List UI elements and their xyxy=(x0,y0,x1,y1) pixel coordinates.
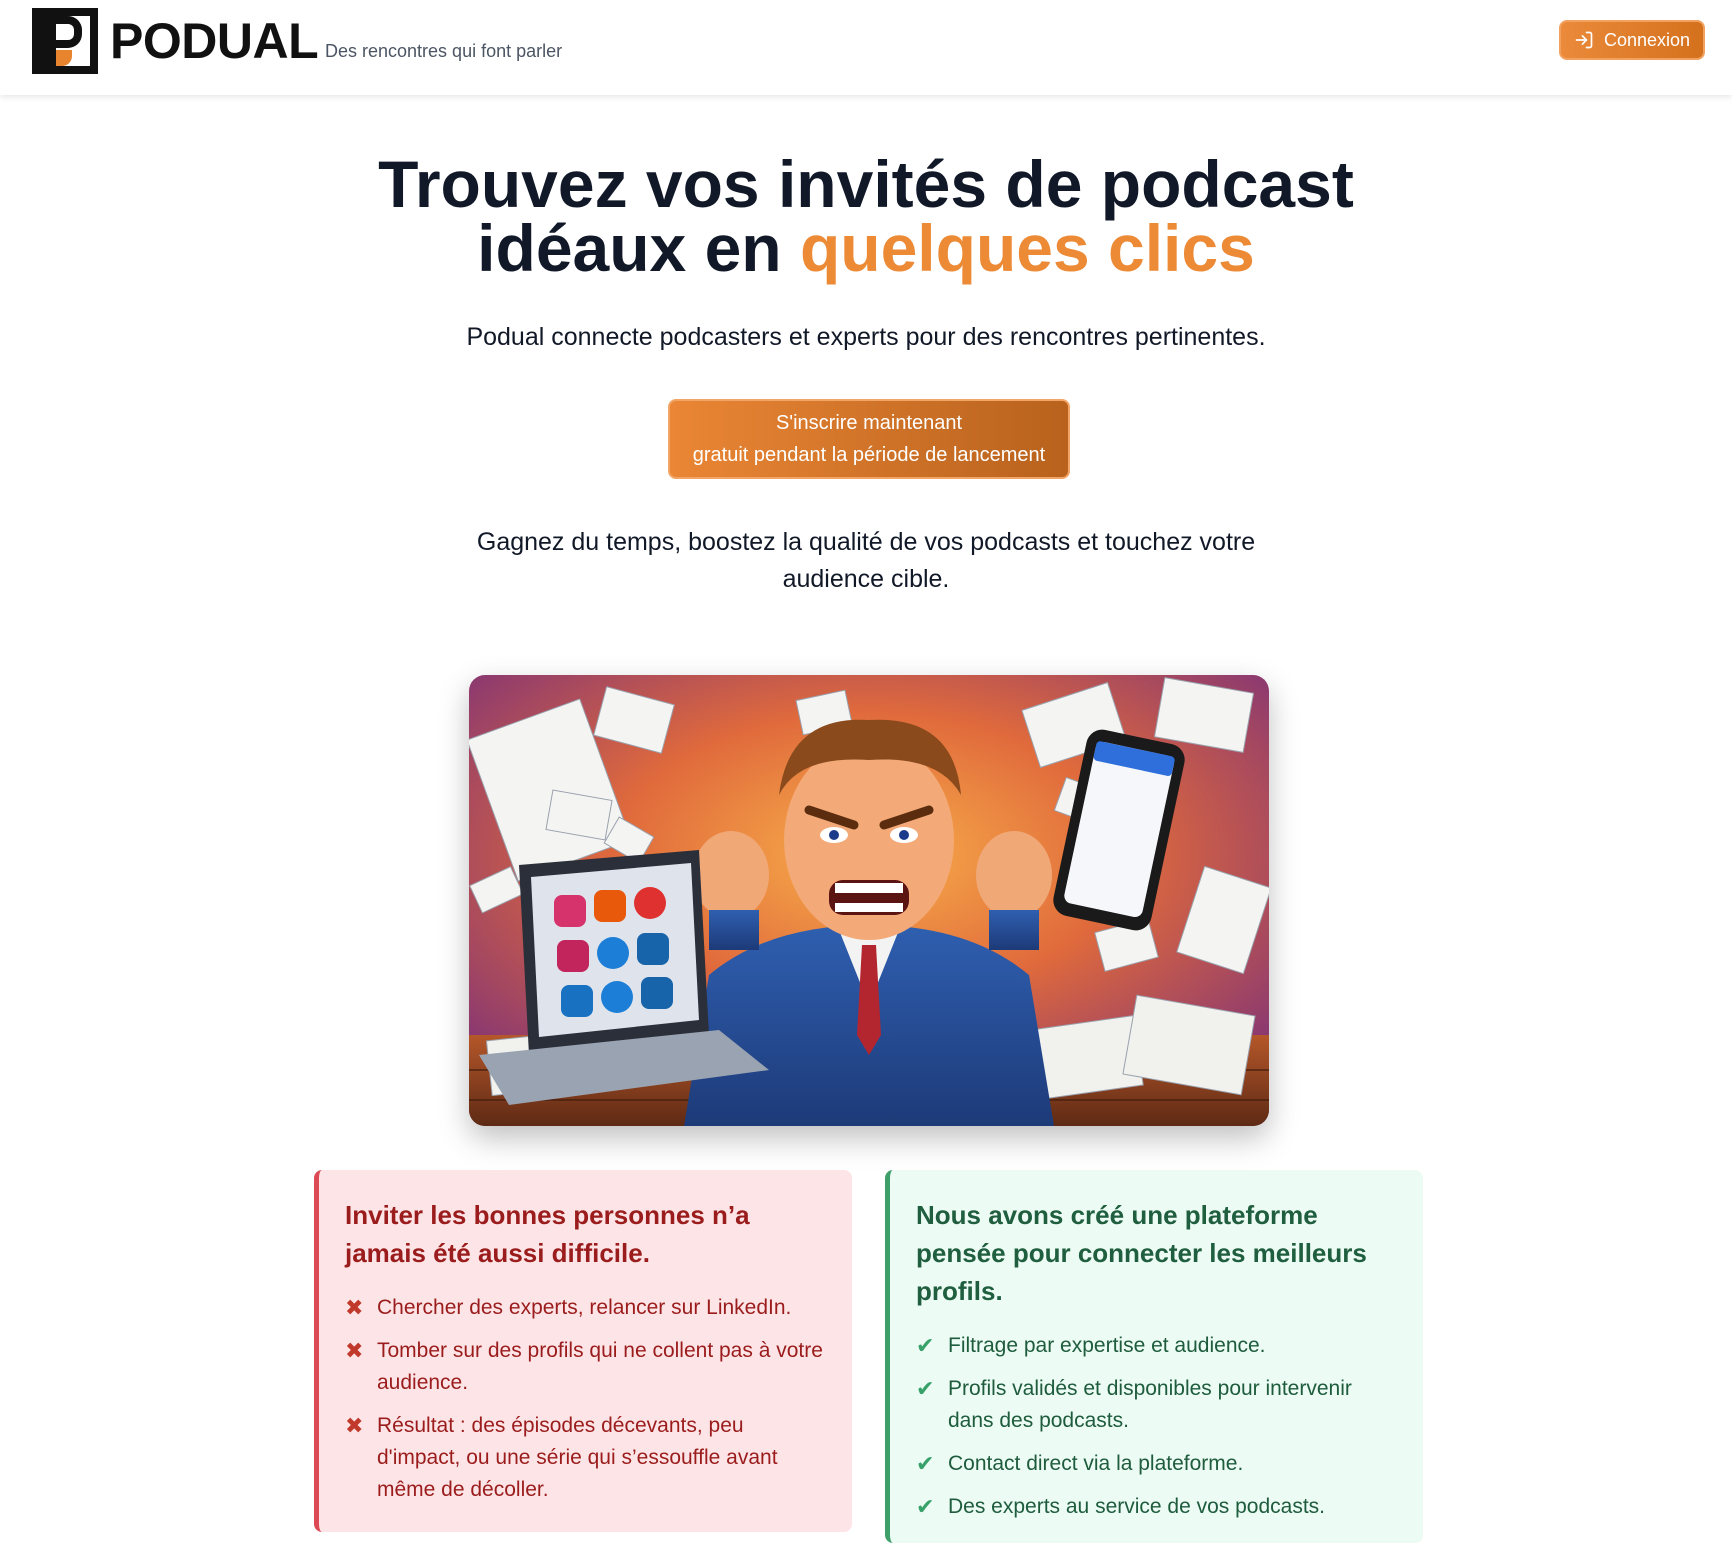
check-icon: ✔ xyxy=(916,1376,935,1401)
sign-in-icon xyxy=(1575,31,1593,49)
podual-logo-icon[interactable] xyxy=(32,8,98,74)
list-item-text: Chercher des experts, relancer sur Linke… xyxy=(377,1296,792,1319)
cta-line1: S'inscrire maintenant xyxy=(775,412,963,434)
list-item-text: Profils validés et disponibles pour inte… xyxy=(948,1377,1352,1432)
cross-icon: ✖ xyxy=(345,1338,364,1363)
frustrated-podcaster-illustration xyxy=(469,675,1269,1126)
brand-tagline: Des rencontres qui font parler xyxy=(325,41,563,61)
list-item: ✔ Filtrage par expertise et audience. xyxy=(916,1330,1397,1362)
list-item: ✔ Profils validés et disponibles pour in… xyxy=(916,1373,1397,1437)
hero-title-line1: Trouvez vos invités de podcast xyxy=(378,147,1354,221)
signup-cta-button[interactable]: S'inscrire maintenant gratuit pendant la… xyxy=(668,399,1070,479)
login-button[interactable]: Connexion xyxy=(1559,20,1705,60)
list-item: ✖ Chercher des experts, relancer sur Lin… xyxy=(345,1292,826,1324)
hero-title: Trouvez vos invités de podcast idéaux en… xyxy=(0,151,1732,281)
solution-list: ✔ Filtrage par expertise et audience. ✔ … xyxy=(916,1330,1397,1523)
cross-icon: ✖ xyxy=(345,1413,364,1438)
list-item: ✖ Tomber sur des profils qui ne collent … xyxy=(345,1335,826,1399)
hero-subtitle: Podual connecte podcasters et experts po… xyxy=(466,323,1266,351)
hero-lead-text: Gagnez du temps, boostez la qualité de v… xyxy=(476,528,1256,593)
cta-line2: gratuit pendant la période de lancement xyxy=(692,444,1046,466)
solution-title: Nous avons créé une plateforme pensée po… xyxy=(916,1200,1367,1306)
solution-card: Nous avons créé une plateforme pensée po… xyxy=(885,1170,1423,1543)
list-item-text: Résultat : des épisodes décevants, peu d… xyxy=(377,1414,778,1501)
brand-name[interactable]: PODUAL xyxy=(110,12,319,70)
check-icon: ✔ xyxy=(916,1451,935,1476)
cross-icon: ✖ xyxy=(345,1295,364,1320)
list-item: ✔ Des experts au service de vos podcasts… xyxy=(916,1491,1397,1523)
list-item-text: Filtrage par expertise et audience. xyxy=(948,1334,1266,1357)
check-icon: ✔ xyxy=(916,1494,935,1519)
hero-title-accent: quelques clics xyxy=(799,211,1255,285)
problem-title: Inviter les bonnes personnes n’a jamais … xyxy=(345,1200,750,1268)
list-item-text: Contact direct via la plateforme. xyxy=(948,1452,1244,1475)
site-header: PODUAL Des rencontres qui font parler Co… xyxy=(0,0,1732,95)
list-item: ✖ Résultat : des épisodes décevants, peu… xyxy=(345,1410,826,1506)
login-label: Connexion xyxy=(1603,29,1691,50)
problem-list: ✖ Chercher des experts, relancer sur Lin… xyxy=(345,1292,826,1506)
list-item-text: Des experts au service de vos podcasts. xyxy=(948,1495,1326,1518)
list-item-text: Tomber sur des profils qui ne collent pa… xyxy=(377,1339,823,1394)
hero-title-line2-prefix: idéaux en xyxy=(477,211,800,285)
list-item: ✔ Contact direct via la plateforme. xyxy=(916,1448,1397,1480)
problem-card: Inviter les bonnes personnes n’a jamais … xyxy=(314,1170,852,1532)
check-icon: ✔ xyxy=(916,1333,935,1358)
